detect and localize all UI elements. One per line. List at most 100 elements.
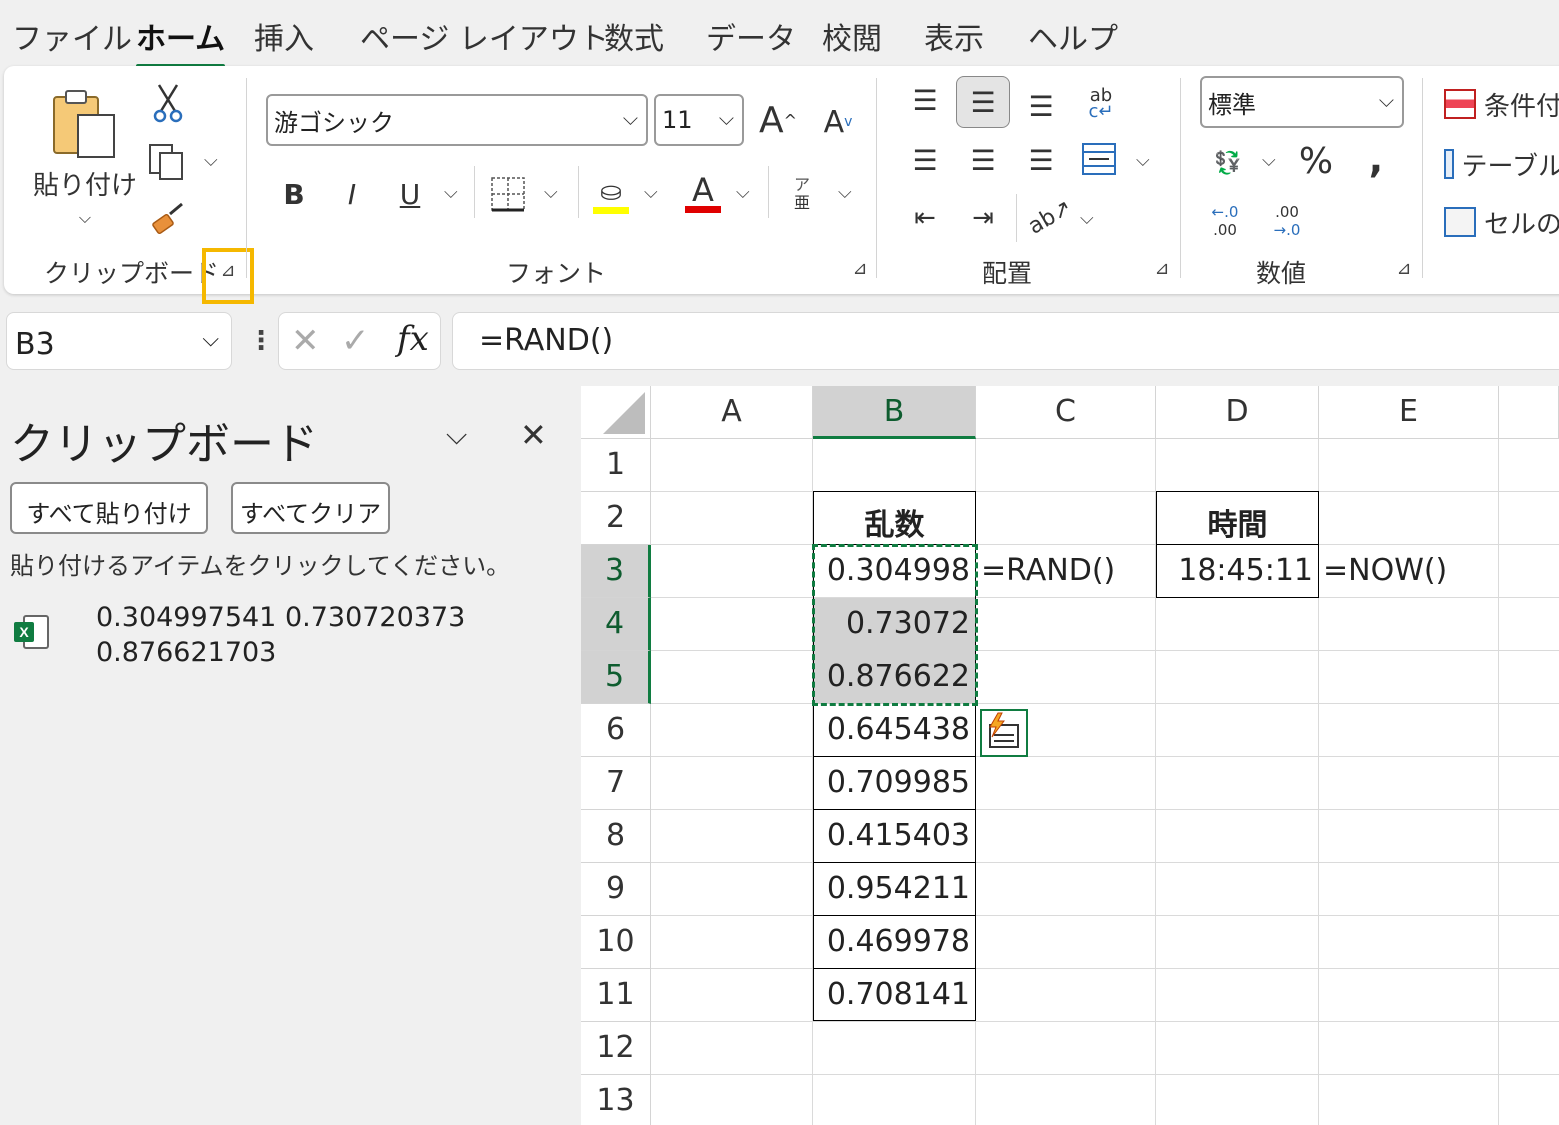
column-header-d[interactable]: D	[1156, 386, 1319, 439]
column-header-b[interactable]: B	[813, 386, 976, 439]
column-header-c[interactable]: C	[976, 386, 1156, 439]
enter-icon[interactable]: ✓	[341, 321, 370, 361]
underline-icon[interactable]: U	[392, 170, 428, 218]
cell-b9[interactable]: 0.954211	[813, 863, 976, 916]
borders-button[interactable]	[488, 170, 528, 218]
decrease-font-size-icon[interactable]: Av	[816, 98, 860, 146]
close-icon[interactable]: ✕	[520, 416, 547, 454]
row-header[interactable]: 4	[581, 598, 651, 651]
cell-d3[interactable]: 18:45:11	[1156, 545, 1319, 598]
tab-insert[interactable]: 挿入	[254, 14, 314, 58]
clear-all-button[interactable]: すべてクリア	[231, 482, 390, 534]
comma-style-icon[interactable]: ,	[1360, 136, 1392, 182]
font-name-combo[interactable]: 游ゴシック ⌵	[266, 94, 648, 146]
tab-formulas[interactable]: 数式	[604, 14, 664, 58]
column-header-f[interactable]	[1499, 386, 1559, 439]
insert-function-icon[interactable]: fx	[397, 319, 429, 359]
italic-icon[interactable]: I	[334, 170, 370, 218]
cell-d2[interactable]: 時間	[1156, 492, 1319, 545]
font-size-combo[interactable]: 11 ⌵	[654, 94, 744, 146]
align-bottom-icon[interactable]: ☰	[1020, 86, 1062, 126]
clipboard-item[interactable]: X 0.304997541 0.730720373 0.876621703	[12, 596, 552, 676]
cell-b8[interactable]: 0.415403	[813, 810, 976, 863]
cell-b3[interactable]: 0.304998	[813, 545, 976, 598]
formula-input[interactable]: =RAND()	[452, 312, 1559, 370]
paste-button[interactable]: 貼り付け ⌵	[30, 82, 140, 232]
number-launcher-icon[interactable]: ⊿	[1394, 260, 1414, 280]
row-header[interactable]: 3	[581, 545, 651, 598]
merge-dropdown-icon[interactable]: ⌵	[1136, 150, 1150, 171]
row-header[interactable]: 6	[581, 704, 651, 757]
cell-b10[interactable]: 0.469978	[813, 916, 976, 969]
alignment-launcher-icon[interactable]: ⊿	[1152, 260, 1172, 280]
number-format-combo[interactable]: 標準 ⌵	[1200, 76, 1404, 128]
cancel-icon[interactable]: ✕	[291, 321, 320, 361]
row-header[interactable]: 12	[581, 1022, 651, 1075]
cell-b5[interactable]: 0.876622	[813, 651, 976, 704]
underline-dropdown-icon[interactable]: ⌵	[444, 182, 458, 203]
fill-color-dropdown-icon[interactable]: ⌵	[644, 182, 658, 203]
row-header[interactable]: 5	[581, 651, 651, 704]
wrap-text-icon[interactable]: ab c↵	[1080, 80, 1122, 128]
decrease-decimal-icon[interactable]: .00 →.0	[1264, 198, 1310, 244]
align-top-icon[interactable]: ☰	[904, 80, 946, 120]
tab-file[interactable]: ファイル	[12, 14, 132, 58]
conditional-formatting-button[interactable]: 条件付	[1444, 82, 1559, 126]
cell-b2[interactable]: 乱数	[813, 492, 976, 545]
align-right-icon[interactable]: ☰	[1020, 140, 1062, 180]
row-header[interactable]: 8	[581, 810, 651, 863]
percent-icon[interactable]: %	[1294, 138, 1338, 184]
row-header[interactable]: 9	[581, 863, 651, 916]
row-header[interactable]: 2	[581, 492, 651, 545]
column-header-e[interactable]: E	[1319, 386, 1499, 439]
align-left-icon[interactable]: ☰	[904, 140, 946, 180]
format-as-table-button[interactable]: テーブル	[1444, 142, 1559, 186]
more-options-icon[interactable]: ⋮	[248, 326, 274, 356]
tab-data[interactable]: データ	[706, 14, 796, 58]
increase-font-size-icon[interactable]: A ^	[756, 94, 800, 146]
accounting-format-icon[interactable]: 💱	[1204, 142, 1252, 184]
row-header[interactable]: 11	[581, 969, 651, 1022]
row-header[interactable]: 10	[581, 916, 651, 969]
decrease-indent-icon[interactable]: ⇤	[904, 198, 946, 238]
clipboard-launcher-icon[interactable]: ⊿	[218, 262, 238, 282]
tab-help[interactable]: ヘルプ	[1028, 14, 1118, 58]
align-middle-icon[interactable]: ☰	[956, 76, 1010, 128]
orientation-dropdown-icon[interactable]: ⌵	[1080, 208, 1094, 229]
copy-dropdown-icon[interactable]: ⌵	[204, 150, 218, 171]
accounting-dropdown-icon[interactable]: ⌵	[1262, 150, 1276, 171]
name-box[interactable]: B3 ⌵	[6, 312, 232, 370]
increase-indent-icon[interactable]: ⇥	[962, 198, 1004, 238]
worksheet-grid[interactable]: A B C D E 1 2 3 4 5 6 7 8 9 10 11 12 13	[581, 386, 1559, 1125]
tab-page-layout[interactable]: ページ レイアウト	[360, 14, 609, 58]
cell-c3[interactable]: =RAND()	[981, 545, 1156, 598]
tab-review[interactable]: 校閲	[822, 14, 882, 58]
increase-decimal-icon[interactable]: ←.0.00	[1202, 198, 1248, 244]
borders-dropdown-icon[interactable]: ⌵	[544, 182, 558, 203]
format-painter-button[interactable]	[146, 198, 190, 238]
bold-icon[interactable]: B	[276, 170, 312, 218]
pane-options-icon[interactable]: ⌵	[446, 418, 467, 452]
paste-all-button[interactable]: すべて貼り付け	[10, 482, 208, 534]
phonetic-guide-icon[interactable]: ア亜	[784, 170, 820, 218]
quick-analysis-button[interactable]	[980, 709, 1028, 757]
cell-b6[interactable]: 0.645438	[813, 704, 976, 757]
orientation-icon[interactable]: ab↗	[1019, 186, 1080, 248]
merge-center-button[interactable]	[1078, 138, 1120, 180]
copy-button[interactable]	[144, 140, 188, 184]
cell-styles-button[interactable]: セルの	[1444, 200, 1559, 244]
align-center-icon[interactable]: ☰	[962, 140, 1004, 180]
cell-b4[interactable]: 0.73072	[813, 598, 976, 651]
column-header-a[interactable]: A	[651, 386, 813, 439]
tab-home[interactable]: ホーム	[136, 14, 226, 68]
cell-b7[interactable]: 0.709985	[813, 757, 976, 810]
select-all-corner[interactable]	[581, 386, 651, 439]
fill-color-button[interactable]: ⛀	[588, 170, 634, 220]
phonetic-dropdown-icon[interactable]: ⌵	[838, 182, 852, 203]
font-color-dropdown-icon[interactable]: ⌵	[736, 182, 750, 203]
row-header[interactable]: 7	[581, 757, 651, 810]
font-launcher-icon[interactable]: ⊿	[850, 260, 870, 280]
row-header[interactable]: 13	[581, 1075, 651, 1125]
cut-button[interactable]	[148, 82, 188, 124]
tab-view[interactable]: 表示	[924, 14, 984, 58]
